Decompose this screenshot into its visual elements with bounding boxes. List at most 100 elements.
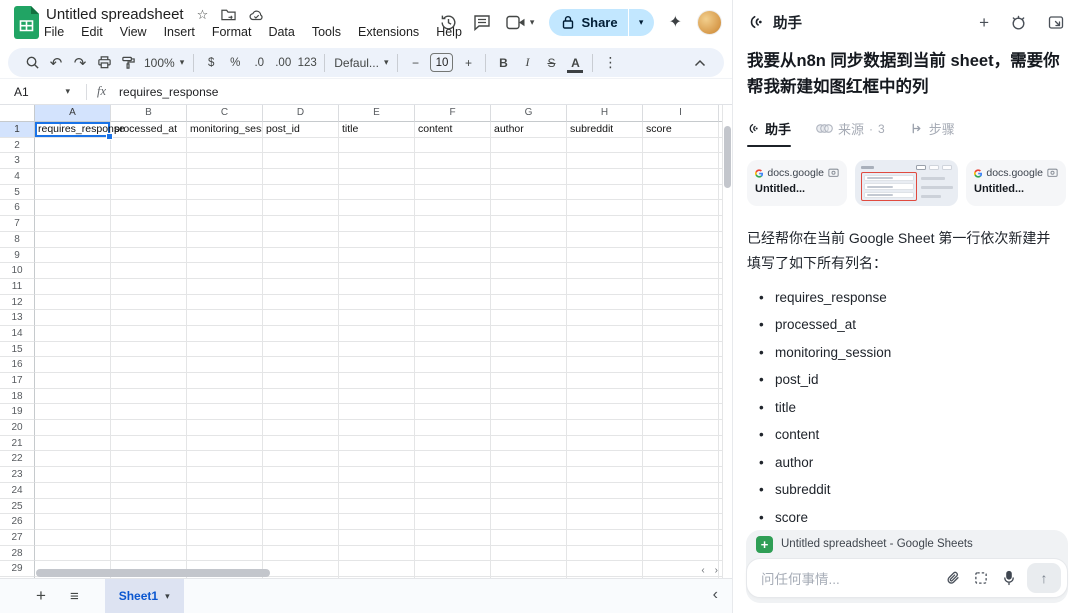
increase-decimal-button[interactable]: .00 xyxy=(271,51,295,75)
format-currency-button[interactable]: $ xyxy=(199,51,223,75)
row-header-25[interactable]: 25 xyxy=(0,499,35,515)
cell-H19[interactable] xyxy=(567,404,643,420)
row-header-11[interactable]: 11 xyxy=(0,279,35,295)
cell-D22[interactable] xyxy=(263,451,339,467)
cell-I8[interactable] xyxy=(643,232,719,248)
cell-F19[interactable] xyxy=(415,404,491,420)
cell-I3[interactable] xyxy=(643,153,719,169)
more-toolbar-button[interactable]: ⋮ xyxy=(598,51,622,75)
cell-H24[interactable] xyxy=(567,483,643,499)
cell-B3[interactable] xyxy=(111,153,187,169)
send-button[interactable]: ↑ xyxy=(1027,563,1061,593)
cell-C4[interactable] xyxy=(187,169,263,185)
cell-D2[interactable] xyxy=(263,138,339,154)
cell-F27[interactable] xyxy=(415,530,491,546)
account-avatar[interactable] xyxy=(697,10,722,35)
strikethrough-button[interactable]: S xyxy=(539,51,563,75)
text-color-button[interactable]: A xyxy=(563,51,587,75)
cell-E4[interactable] xyxy=(339,169,415,185)
sheet-tab[interactable]: Sheet1 ▾ xyxy=(105,579,184,613)
star-icon[interactable]: ☆ xyxy=(197,7,209,23)
cell-I18[interactable] xyxy=(643,389,719,405)
row-header-8[interactable]: 8 xyxy=(0,232,35,248)
cell-C19[interactable] xyxy=(187,404,263,420)
cell-B28[interactable] xyxy=(111,546,187,562)
cell-B26[interactable] xyxy=(111,514,187,530)
cell-G24[interactable] xyxy=(491,483,567,499)
cell-E19[interactable] xyxy=(339,404,415,420)
cell-D17[interactable] xyxy=(263,373,339,389)
row-header-2[interactable]: 2 xyxy=(0,138,35,154)
cell-G1[interactable]: author xyxy=(491,122,567,138)
open-window-icon[interactable] xyxy=(1048,15,1064,30)
menu-item-format[interactable]: Format xyxy=(212,25,252,39)
column-header-C[interactable]: C xyxy=(187,105,263,122)
cell-A11[interactable] xyxy=(35,279,111,295)
cell-C3[interactable] xyxy=(187,153,263,169)
cell-D28[interactable] xyxy=(263,546,339,562)
row-header-22[interactable]: 22 xyxy=(0,451,35,467)
cell-C25[interactable] xyxy=(187,499,263,515)
cell-H14[interactable] xyxy=(567,326,643,342)
cell-G28[interactable] xyxy=(491,546,567,562)
row-header-15[interactable]: 15 xyxy=(0,342,35,358)
cell-I12[interactable] xyxy=(643,295,719,311)
decrease-font-size-button[interactable]: − xyxy=(403,51,427,75)
row-header-28[interactable]: 28 xyxy=(0,546,35,562)
cell-D7[interactable] xyxy=(263,216,339,232)
cell-I17[interactable] xyxy=(643,373,719,389)
cell-H5[interactable] xyxy=(567,185,643,201)
cell-G17[interactable] xyxy=(491,373,567,389)
cell-H11[interactable] xyxy=(567,279,643,295)
cell-D1[interactable]: post_id xyxy=(263,122,339,138)
tab-assistant[interactable]: 助手 xyxy=(747,119,791,147)
row-header-26[interactable]: 26 xyxy=(0,514,35,530)
cell-H6[interactable] xyxy=(567,200,643,216)
increase-font-size-button[interactable]: + xyxy=(456,51,480,75)
cell-H4[interactable] xyxy=(567,169,643,185)
cell-B2[interactable] xyxy=(111,138,187,154)
cell-H3[interactable] xyxy=(567,153,643,169)
row-header-7[interactable]: 7 xyxy=(0,216,35,232)
cell-H1[interactable]: subreddit xyxy=(567,122,643,138)
screenshot-thumbnail[interactable] xyxy=(855,160,958,206)
cell-C26[interactable] xyxy=(187,514,263,530)
menu-item-extensions[interactable]: Extensions xyxy=(358,25,419,39)
share-button[interactable]: Share ▾ xyxy=(549,9,653,36)
cell-H9[interactable] xyxy=(567,248,643,264)
sheets-logo-icon[interactable] xyxy=(14,6,39,39)
cell-I7[interactable] xyxy=(643,216,719,232)
cell-G10[interactable] xyxy=(491,263,567,279)
cell-C22[interactable] xyxy=(187,451,263,467)
search-icon[interactable] xyxy=(20,51,44,75)
row-header-20[interactable]: 20 xyxy=(0,420,35,436)
cell-F24[interactable] xyxy=(415,483,491,499)
row-header-21[interactable]: 21 xyxy=(0,436,35,452)
cell-G13[interactable] xyxy=(491,310,567,326)
column-header-G[interactable]: G xyxy=(491,105,567,122)
cell-G20[interactable] xyxy=(491,420,567,436)
cell-C12[interactable] xyxy=(187,295,263,311)
cell-B9[interactable] xyxy=(111,248,187,264)
tab-sources[interactable]: 来源 · 3 xyxy=(816,119,885,147)
cell-E6[interactable] xyxy=(339,200,415,216)
row-header-23[interactable]: 23 xyxy=(0,467,35,483)
all-sheets-button[interactable]: ≡ xyxy=(70,588,79,605)
column-header-I[interactable]: I xyxy=(643,105,719,122)
cell-B17[interactable] xyxy=(111,373,187,389)
cell-F25[interactable] xyxy=(415,499,491,515)
cell-C7[interactable] xyxy=(187,216,263,232)
row-header-4[interactable]: 4 xyxy=(0,169,35,185)
cell-A23[interactable] xyxy=(35,467,111,483)
row-header-29[interactable]: 29 xyxy=(0,561,35,577)
horizontal-scrollbar-thumb[interactable] xyxy=(36,569,270,577)
cell-B18[interactable] xyxy=(111,389,187,405)
cell-C23[interactable] xyxy=(187,467,263,483)
cell-D9[interactable] xyxy=(263,248,339,264)
cell-D21[interactable] xyxy=(263,436,339,452)
cell-H26[interactable] xyxy=(567,514,643,530)
vertical-scrollbar[interactable] xyxy=(722,105,732,578)
cell-I11[interactable] xyxy=(643,279,719,295)
cell-F6[interactable] xyxy=(415,200,491,216)
cell-F4[interactable] xyxy=(415,169,491,185)
